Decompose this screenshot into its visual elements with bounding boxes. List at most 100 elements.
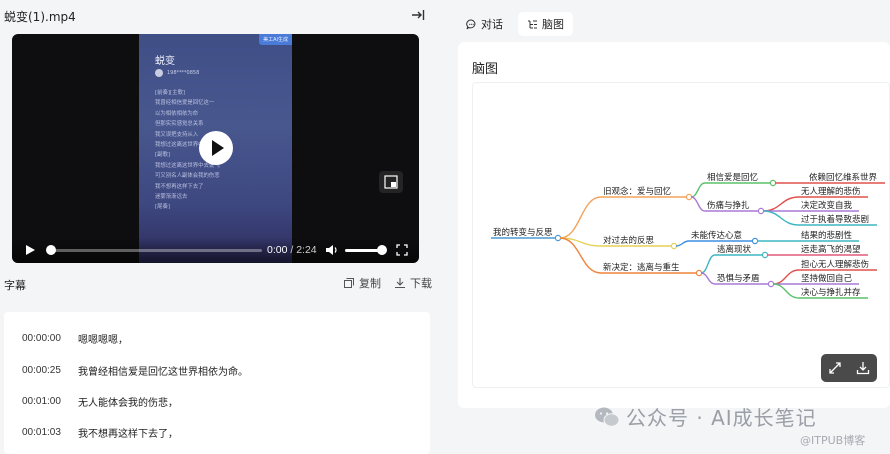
poster-lyric-line: 迷雾渐渐远去: [155, 194, 188, 201]
volume-handle[interactable]: [377, 245, 387, 255]
mindmap-node-dot: [769, 179, 777, 187]
wechat-icon: [595, 407, 620, 427]
mindmap-leaf-link: [762, 210, 800, 226]
mindmap-branch-1: 旧观念：爱与回忆: [603, 186, 672, 197]
mindmap-title: 脑图: [472, 62, 499, 77]
mindmap-node-dot: [761, 251, 769, 259]
watermark-text: 公众号 · AI成长笔记: [626, 406, 817, 430]
watermark: 公众号 · AI成长笔记: [594, 402, 817, 431]
poster-lyric-line: 可又别名人副体会我的伤悲: [155, 173, 220, 180]
mindmap-leaf-link: [772, 269, 800, 285]
poster-lyric-line: [前奏][主歌]: [155, 90, 185, 96]
mindmap-card: 脑图 我的转变与反思 旧观念：爱与回忆 相信爱是回忆 依赖回忆维系世界 伤痛与挣扎 无人理…: [458, 42, 890, 408]
collapse-panel-icon[interactable]: [410, 7, 426, 23]
mindmap-toolbar: [821, 354, 877, 382]
subtitle-text: 无人能体会我的伤悲，: [78, 397, 178, 409]
chat-icon: [466, 19, 476, 29]
mindmap-child-1-1: 相信爱是回忆: [707, 172, 759, 183]
view-tabs: 对话 脑图: [457, 12, 573, 36]
video-player[interactable]: 美工AI生成 蜕变 198****0858 [前奏][主歌] 我曾经相信爱是回忆这…: [12, 34, 419, 263]
copy-icon: [344, 278, 354, 288]
mindmap-child-3-2: 恐惧与矛盾: [717, 273, 760, 284]
mindmap-svg: 我的转变与反思 旧观念：爱与回忆 相信爱是回忆 依赖回忆维系世界伤痛与挣扎 无人理解的悲…: [491, 172, 885, 299]
mindmap-panel: 对话 脑图 脑图 我的转变与反思 旧观念：爱与回忆 相信爱是回忆 依赖回忆维系世界伤痛…: [449, 0, 890, 454]
mindmap-node-dot: [695, 269, 703, 277]
poster-lyric-line: 我不想再这样下去了: [155, 183, 204, 190]
mindmap-node-dot: [757, 207, 765, 215]
mindmap-leaf: 决心与挣扎并存: [801, 287, 861, 298]
mindmap-leaf-link: [762, 196, 800, 212]
mindmap-branch-link: [559, 196, 602, 239]
mindmap-leaf: 决定改变自我: [801, 200, 853, 211]
mindmap-node-dot: [670, 242, 678, 250]
poster-badge: 美工AI生成: [259, 34, 292, 45]
video-controls: 0:00 / 2:24: [12, 237, 419, 263]
mindmap-child-link: [700, 272, 716, 285]
subtitle-time: 00:00:00: [22, 332, 61, 344]
download-icon: [395, 278, 405, 289]
file-title: 蜕变(1).mp4: [4, 10, 76, 24]
mindmap-child-1-2: 伤痛与挣扎: [707, 200, 750, 211]
mindmap-leaf: 远走高飞的渴望: [801, 244, 861, 255]
play-button[interactable]: [199, 131, 233, 165]
mindmap-canvas[interactable]: 我的转变与反思 旧观念：爱与回忆 相信爱是回忆 依赖回忆维系世界 伤痛与挣扎 无人理解的悲…: [472, 82, 890, 388]
watermark-sub: @ITPUB博客: [800, 434, 866, 447]
mindmap-leaf: 坚持做回自己: [801, 273, 853, 284]
export-button[interactable]: [849, 354, 877, 382]
subtitle-time: 00:01:03: [22, 426, 61, 438]
tab-mindmap[interactable]: 脑图: [518, 12, 573, 36]
poster-lyric-line: [尾奏]: [155, 204, 170, 211]
mindmap-child-link: [690, 196, 706, 212]
mindmap-leaf: 担心无人理解悲伤: [801, 259, 869, 270]
poster-lyric-line: 但那实实感觉总关系: [155, 121, 204, 128]
copy-button[interactable]: 复制: [343, 275, 381, 291]
subtitle-text: 我不想再这样下去了，: [78, 428, 178, 440]
tab-chat-label: 对话: [481, 18, 503, 31]
mindmap-child-link: [675, 240, 690, 247]
subtitle-time: 00:01:00: [22, 395, 61, 407]
download-icon: [856, 362, 870, 375]
mindmap-branch-2: 对过去的反思: [603, 235, 655, 246]
tab-mindmap-label: 脑图: [542, 18, 564, 31]
poster-author: 198****0858: [167, 70, 200, 76]
expand-button[interactable]: [821, 354, 849, 382]
seek-handle[interactable]: [46, 245, 56, 255]
mindmap-leaf: 结果的悲剧性: [801, 230, 853, 241]
subtitle-text: 我曾经相信爱是回忆这世界相依为命。: [78, 366, 248, 378]
time-current: 0:00: [267, 244, 288, 256]
volume-icon[interactable]: [325, 244, 339, 256]
time-display: 0:00 / 2:24: [267, 244, 317, 256]
mindmap-branch-link: [559, 237, 602, 274]
download-button[interactable]: 下载: [394, 275, 432, 291]
video-panel: 蜕变(1).mp4 美工AI生成 蜕变 198****0858 [前奏][主歌]…: [0, 0, 440, 454]
subtitle-list: 00:00:00 嗯嗯嗯嗯， 00:00:25 我曾经相信爱是回忆这世界相依为命…: [4, 312, 430, 454]
time-duration: 2:24: [296, 244, 317, 256]
fullscreen-icon[interactable]: [396, 244, 408, 256]
mindmap-node-dot: [554, 234, 562, 242]
poster-lyric-line: 我曾经相信爱是回忆这一: [155, 100, 215, 107]
mindmap-icon: [528, 20, 537, 28]
mindmap-child-3-1: 逃离现状: [717, 244, 752, 255]
expand-icon: [829, 362, 841, 374]
poster-lyric-line: 以为相依相依为命: [155, 110, 199, 117]
mindmap-node-dot: [751, 237, 759, 245]
picture-in-picture-button[interactable]: [379, 171, 403, 193]
mindmap-node-dot: [767, 280, 775, 288]
seek-bar[interactable]: [50, 249, 262, 252]
mindmap-leaf-link: [772, 283, 800, 299]
subtitle-time: 00:00:25: [22, 364, 61, 376]
pip-icon: [384, 175, 398, 189]
mindmap-child-link: [700, 254, 716, 274]
tab-chat[interactable]: 对话: [457, 12, 512, 36]
poster-title: 蜕变: [155, 56, 175, 67]
play-icon: [212, 140, 224, 156]
subtitles-heading: 字幕: [4, 279, 26, 292]
mindmap-node-dot: [685, 193, 693, 201]
mindmap-leaf: 依赖回忆维系世界: [809, 172, 878, 183]
mindmap-root: 我的转变与反思: [493, 227, 553, 238]
mindmap-child-link: [690, 182, 706, 198]
mindmap-branch-3: 新决定：逃离与重生: [603, 262, 680, 273]
mindmap-leaf: 过于执着导致悲剧: [801, 214, 869, 225]
control-play-icon[interactable]: [24, 244, 36, 256]
download-label: 下载: [410, 277, 432, 290]
